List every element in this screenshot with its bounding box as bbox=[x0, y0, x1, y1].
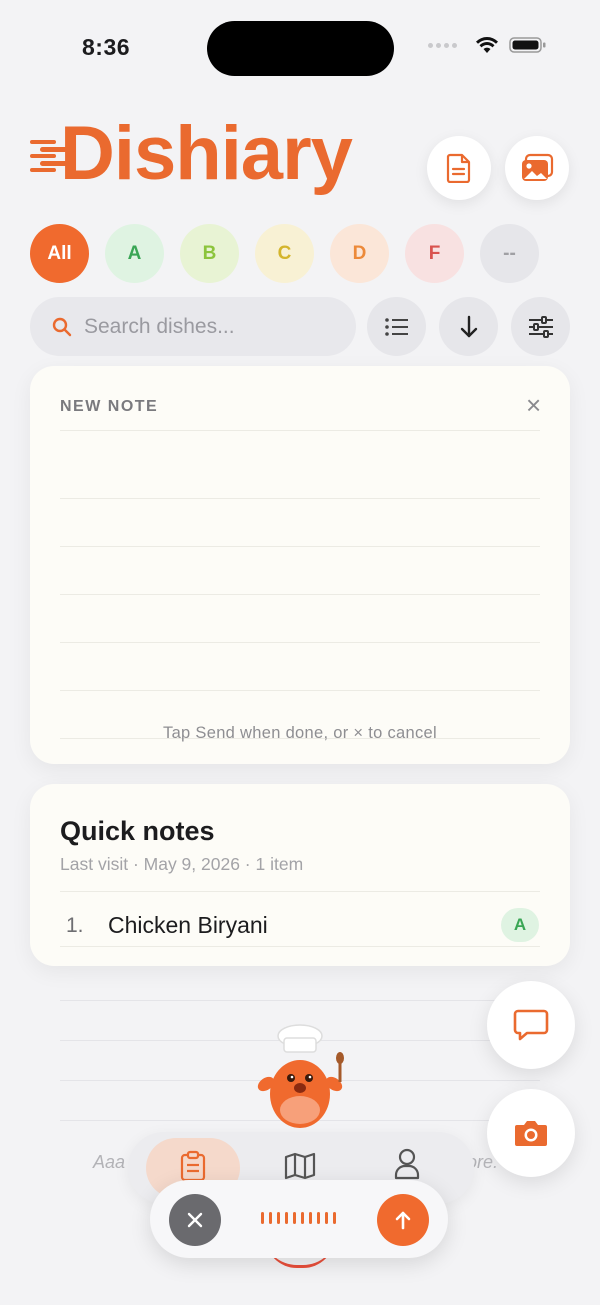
sort-button[interactable] bbox=[439, 297, 498, 356]
note-hint-text: Tap Send when done, or × to cancel bbox=[163, 724, 437, 742]
chat-button[interactable] bbox=[487, 981, 575, 1069]
divider bbox=[60, 891, 540, 892]
note-rule-line bbox=[60, 594, 540, 595]
quick-notes-subtitle: Last visit · May 9, 2026 · 1 item bbox=[60, 854, 304, 874]
cancel-recording-button[interactable] bbox=[169, 1194, 221, 1246]
list-view-button[interactable] bbox=[367, 297, 426, 356]
grade-chip-all[interactable]: All bbox=[30, 224, 89, 283]
search-input[interactable]: Search dishes... bbox=[30, 297, 356, 356]
grade-chip-d[interactable]: D bbox=[330, 224, 389, 283]
grade-chip-f[interactable]: F bbox=[405, 224, 464, 283]
grade-chip-b[interactable]: B bbox=[180, 224, 239, 283]
divider bbox=[60, 946, 540, 947]
chef-mascot-icon bbox=[257, 1024, 344, 1128]
quick-notes-card[interactable]: Quick notes Last visit · May 9, 2026 · 1… bbox=[30, 784, 570, 966]
grade-chip-label: C bbox=[277, 242, 292, 264]
grade-chip-label: A bbox=[127, 242, 142, 264]
faint-background-text: Aaa bbox=[93, 1152, 126, 1172]
chat-icon bbox=[513, 1009, 549, 1041]
search-icon bbox=[52, 317, 72, 336]
grade-chip-c[interactable]: C bbox=[255, 224, 314, 283]
grade-chip-label: All bbox=[47, 242, 72, 264]
app-name: Dishiary bbox=[60, 111, 353, 196]
status-time: 8:36 bbox=[82, 34, 131, 60]
grade-filter-chips: All A B C D F -- bbox=[30, 224, 539, 283]
clipboard-icon[interactable] bbox=[180, 1150, 206, 1182]
camera-button[interactable] bbox=[487, 1089, 575, 1177]
photo-gallery-icon bbox=[522, 153, 554, 181]
note-rule-line bbox=[60, 642, 540, 643]
notes-document-button[interactable] bbox=[427, 136, 491, 200]
status-icons bbox=[428, 36, 547, 54]
sort-down-icon bbox=[460, 315, 477, 337]
note-rule-line bbox=[60, 690, 540, 691]
photo-gallery-button[interactable] bbox=[505, 136, 569, 200]
filter-sliders-icon bbox=[528, 315, 553, 338]
grade-badge: A bbox=[501, 908, 539, 942]
search-placeholder: Search dishes... bbox=[84, 314, 235, 338]
background-rule bbox=[60, 1000, 540, 1001]
grade-chip-label: B bbox=[202, 242, 217, 264]
grade-chip-ungraded[interactable]: -- bbox=[480, 224, 539, 283]
cellular-signal-icon bbox=[428, 42, 457, 48]
voice-recording-bar bbox=[150, 1180, 448, 1258]
close-note-button[interactable]: × bbox=[526, 390, 541, 421]
arrow-up-icon bbox=[395, 1211, 411, 1230]
new-note-card[interactable]: NEW NOTE × Tap Send when done, or × to c… bbox=[30, 366, 570, 764]
list-icon bbox=[384, 317, 408, 336]
close-icon bbox=[187, 1212, 203, 1228]
grade-chip-label: -- bbox=[503, 242, 516, 264]
dynamic-island bbox=[207, 21, 394, 76]
wifi-icon bbox=[476, 37, 498, 53]
profile-icon[interactable] bbox=[394, 1148, 420, 1180]
filter-button[interactable] bbox=[511, 297, 570, 356]
note-rule-line bbox=[60, 546, 540, 547]
grade-chip-label: D bbox=[352, 242, 367, 264]
grade-chip-label: F bbox=[428, 242, 441, 264]
list-item-number: 1. bbox=[66, 914, 84, 937]
map-icon[interactable] bbox=[284, 1152, 316, 1180]
quick-notes-title: Quick notes bbox=[60, 816, 215, 846]
send-recording-button[interactable] bbox=[377, 1194, 429, 1246]
list-item-dish[interactable]: Chicken Biryani bbox=[108, 912, 268, 939]
note-rule-line bbox=[60, 430, 540, 431]
audio-waveform bbox=[261, 1212, 336, 1224]
fork-spoon-logo-icon bbox=[30, 140, 70, 172]
app-logo: Dishiary bbox=[30, 108, 353, 200]
grade-chip-a[interactable]: A bbox=[105, 224, 164, 283]
battery-icon bbox=[509, 37, 546, 53]
camera-icon bbox=[515, 1121, 547, 1146]
note-rule-line bbox=[60, 498, 540, 499]
document-icon bbox=[446, 153, 471, 183]
new-note-title: NEW NOTE bbox=[60, 398, 159, 415]
